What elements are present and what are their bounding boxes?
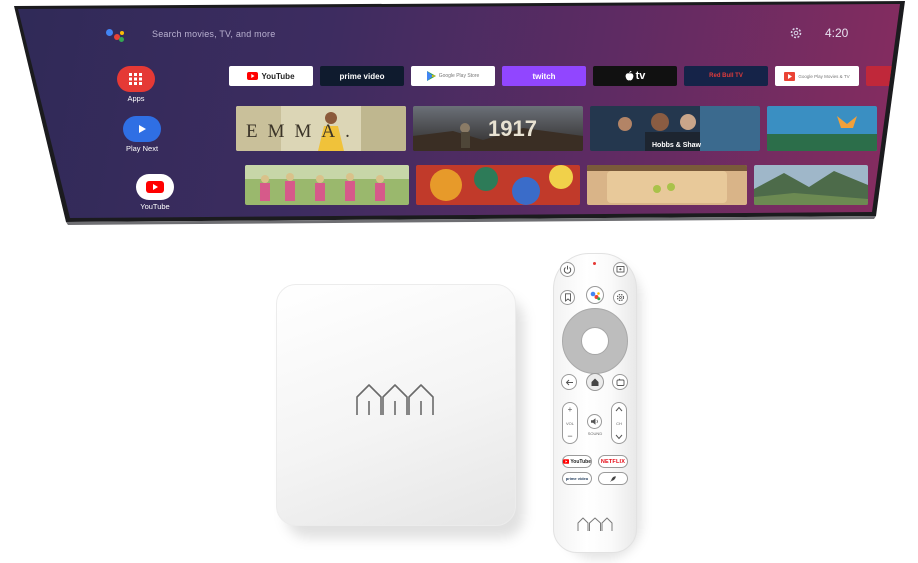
tv: Search movies, TV, and more 4:20 Apps Pl… <box>0 0 918 228</box>
tv-guide-icon <box>616 378 624 386</box>
app-tile-twitch[interactable]: twitch <box>502 66 586 86</box>
dpad-ring[interactable] <box>562 308 628 374</box>
app-tile-red-bull-tv[interactable]: Red Bull TV <box>684 66 768 86</box>
power-icon <box>563 265 572 274</box>
mute-label: SOUND <box>587 431 603 436</box>
google-assistant-icon[interactable] <box>106 25 128 43</box>
emma-thumbnail[interactable]: EMMA. <box>236 106 406 151</box>
settings-gear-icon <box>616 293 625 302</box>
sidebar-label-youtube: YouTube <box>140 202 170 211</box>
bookmark-button[interactable] <box>560 290 575 305</box>
house-logo-icon <box>356 384 434 415</box>
sidebar-item-play-next[interactable]: Play Next <box>102 116 182 153</box>
sidebar-label-apps: Apps <box>127 94 145 103</box>
paint-thumbnail[interactable] <box>416 165 580 205</box>
sidebar-item-apps[interactable]: Apps <box>96 66 176 103</box>
settings-gear-icon[interactable] <box>787 24 805 42</box>
apple-icon <box>625 71 633 81</box>
youtube-icon <box>563 459 570 464</box>
youtube-button-label: YouTube <box>570 458 591 465</box>
volume-down-icon[interactable]: − <box>567 432 572 441</box>
app-tile-prime-video[interactable]: prime video <box>320 66 404 86</box>
play-movies-icon <box>784 71 796 81</box>
mute-button[interactable] <box>587 414 602 429</box>
google-assistant-icon <box>590 291 600 300</box>
prime-video-button[interactable]: prime video <box>562 472 592 485</box>
app-tile-google-play-movies[interactable]: Google Play Movies & TV <box>775 66 859 86</box>
power-button[interactable] <box>560 262 575 277</box>
emma-title: EMMA. <box>246 121 360 142</box>
youtube-icon <box>136 174 174 200</box>
search-placeholder: Search movies, TV, and more <box>152 29 276 39</box>
netflix-button-label: NETFLIX <box>600 458 626 465</box>
speaker-icon <box>591 418 598 425</box>
prime-video-button-label: prime video <box>565 476 589 481</box>
volume-up-icon[interactable]: + <box>568 406 573 414</box>
bookmark-icon <box>564 293 571 302</box>
mountain-thumbnail[interactable] <box>754 165 868 205</box>
nature-thumbnail[interactable] <box>767 106 877 151</box>
rocket-icon <box>610 475 616 482</box>
sidebar-label-play-next: Play Next <box>125 144 159 153</box>
remote-house-logo-icon <box>577 517 613 531</box>
play-icon <box>123 116 161 142</box>
app-tile-apple-tv[interactable]: tv <box>593 66 677 86</box>
home-button[interactable] <box>586 373 604 391</box>
dancers-thumbnail[interactable] <box>245 165 409 205</box>
youtube-icon <box>247 72 259 80</box>
youtube-button[interactable]: YouTube <box>562 455 592 468</box>
home-icon <box>591 378 599 386</box>
twitch-icon: twitch <box>532 71 556 81</box>
tv-screen: Search movies, TV, and more 4:20 Apps Pl… <box>18 4 900 218</box>
clock: 4:20 <box>825 26 849 40</box>
netflix-button[interactable]: NETFLIX <box>598 455 628 468</box>
1917-title: 1917 <box>488 116 537 141</box>
input-source-icon <box>616 266 625 273</box>
shortcut-button[interactable] <box>598 472 628 485</box>
status-led <box>593 262 596 265</box>
channel-up-icon[interactable] <box>615 406 623 412</box>
red-bull-icon: Red Bull TV <box>709 73 743 79</box>
remote-control: + VOL − SOUND CH YouTube NETFLIX prime v… <box>553 253 637 553</box>
app-tile-youtube[interactable]: YouTube <box>229 66 313 86</box>
guide-button[interactable] <box>612 374 628 390</box>
sidebar-item-youtube[interactable]: YouTube <box>115 174 195 211</box>
apps-grid-icon <box>117 66 155 92</box>
settings-button[interactable] <box>613 290 628 305</box>
prime-video-icon: prime video <box>339 71 385 81</box>
play-store-icon <box>426 71 436 81</box>
search-bar[interactable]: Search movies, TV, and more <box>106 24 275 44</box>
volume-label: VOL <box>565 420 574 426</box>
cooking-thumbnail[interactable] <box>587 165 747 205</box>
1917-thumbnail[interactable]: 1917 <box>413 106 583 151</box>
assistant-button[interactable] <box>586 286 604 304</box>
hobbs-shaw-thumbnail[interactable]: Hobbs & Shaw <box>590 106 760 151</box>
channel-rocker[interactable]: CH <box>611 402 627 444</box>
input-button[interactable] <box>613 262 628 277</box>
channel-label: CH <box>616 420 622 426</box>
dpad-ok-button[interactable] <box>581 327 609 355</box>
back-button[interactable] <box>561 374 577 390</box>
volume-rocker[interactable]: + VOL − <box>562 402 578 444</box>
channel-down-icon[interactable] <box>615 434 623 440</box>
app-tile-google-play-store[interactable]: Google Play Store <box>411 66 495 86</box>
hobbs-shaw-title: Hobbs & Shaw <box>652 142 702 149</box>
set-top-box <box>276 284 516 526</box>
back-arrow-icon <box>565 379 573 385</box>
